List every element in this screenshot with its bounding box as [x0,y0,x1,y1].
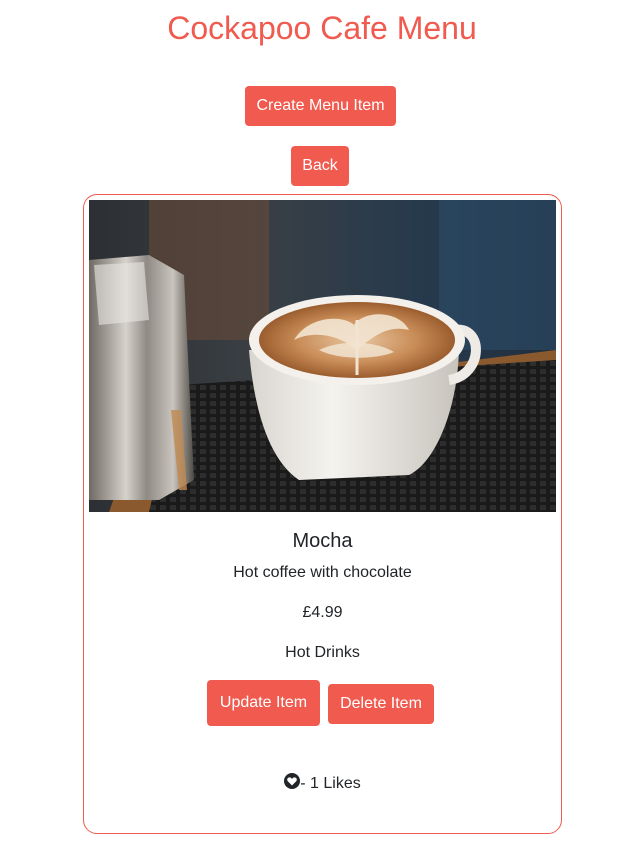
create-menu-item-button[interactable]: Create Menu Item [245,86,396,126]
menu-item-name: Mocha [292,530,353,552]
menu-item-card: Mocha Hot coffee with chocolate £4.99 Ho… [83,194,562,834]
menu-item-category: Hot Drinks [285,644,360,661]
page-title: Cockapoo Cafe Menu [167,10,477,46]
menu-item-image [89,200,556,512]
heart-icon[interactable] [284,773,301,789]
back-button[interactable]: Back [291,146,349,186]
menu-item-description: Hot coffee with chocolate [233,564,412,581]
delete-item-button[interactable]: Delete Item [328,684,434,724]
likes-row: - 1 Likes [84,773,561,794]
likes-count: - 1 Likes [300,775,361,792]
update-item-button[interactable]: Update Item [207,680,320,726]
menu-item-price: £4.99 [302,604,343,621]
